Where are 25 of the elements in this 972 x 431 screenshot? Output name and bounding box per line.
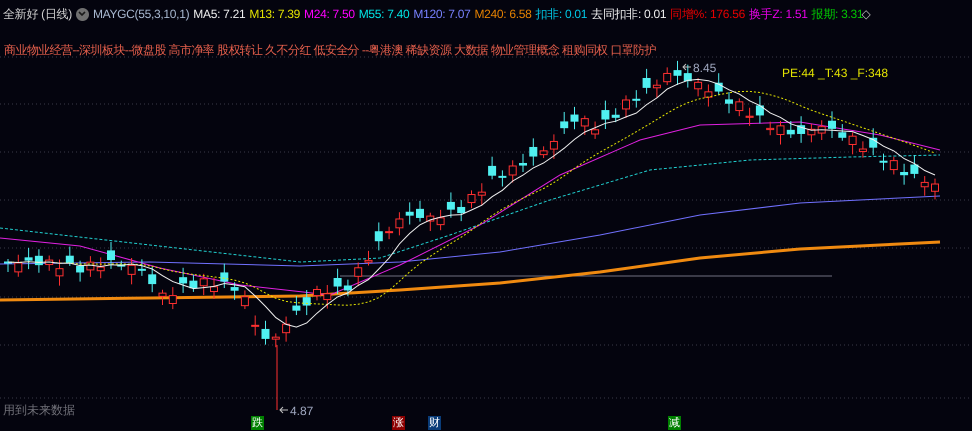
indicator-reading: M55: 7.40 xyxy=(358,6,410,23)
indicator-reading: 报期: 3.31 xyxy=(812,6,864,23)
indicator-reading: M13: 7.39 xyxy=(249,6,300,23)
event-marker[interactable]: 涨 xyxy=(392,416,405,430)
pointer-arrow-icon xyxy=(279,406,289,414)
indicator-reading: 同增%: 176.56 xyxy=(670,6,745,23)
indicator-reading: M240: 6.58 xyxy=(474,6,532,23)
chart-title: 全新好 (日线) xyxy=(3,6,72,23)
indicator-reading: M120: 7.07 xyxy=(413,6,470,23)
indicator-reading: MA5: 7.21 xyxy=(193,6,246,23)
pointer-arrow-icon xyxy=(682,63,692,71)
future-data-note: 用到未来数据 xyxy=(3,402,75,419)
indicator-reading: 扣非: 0.01 xyxy=(536,6,588,23)
valuation-text: PE:44 _T:43 _F:348 xyxy=(782,65,888,82)
event-marker[interactable]: 财 xyxy=(428,416,441,430)
dropdown-icon[interactable] xyxy=(76,8,89,20)
indicator-reading: 去同扣非: 0.01 xyxy=(591,6,666,23)
event-marker[interactable]: 跌 xyxy=(251,416,264,430)
low-price-label: 4.87 xyxy=(290,403,314,420)
diamond-mark: ◇ xyxy=(861,6,870,23)
indicator-reading: 换手Z: 1.51 xyxy=(748,6,808,23)
indicator-reading: M24: 7.50 xyxy=(304,6,355,23)
event-marker[interactable]: 减 xyxy=(668,416,681,430)
concept-tags: 商业物业经营--深圳板块--微盘股 高市净率 股权转让 久不分红 低安全分 --粤港澳 稀缺资源 大数据 物业管理概念 租购同权 口罩防护 xyxy=(4,43,656,57)
indicator-name: MAYGC(55,3,10,1) xyxy=(92,6,190,23)
